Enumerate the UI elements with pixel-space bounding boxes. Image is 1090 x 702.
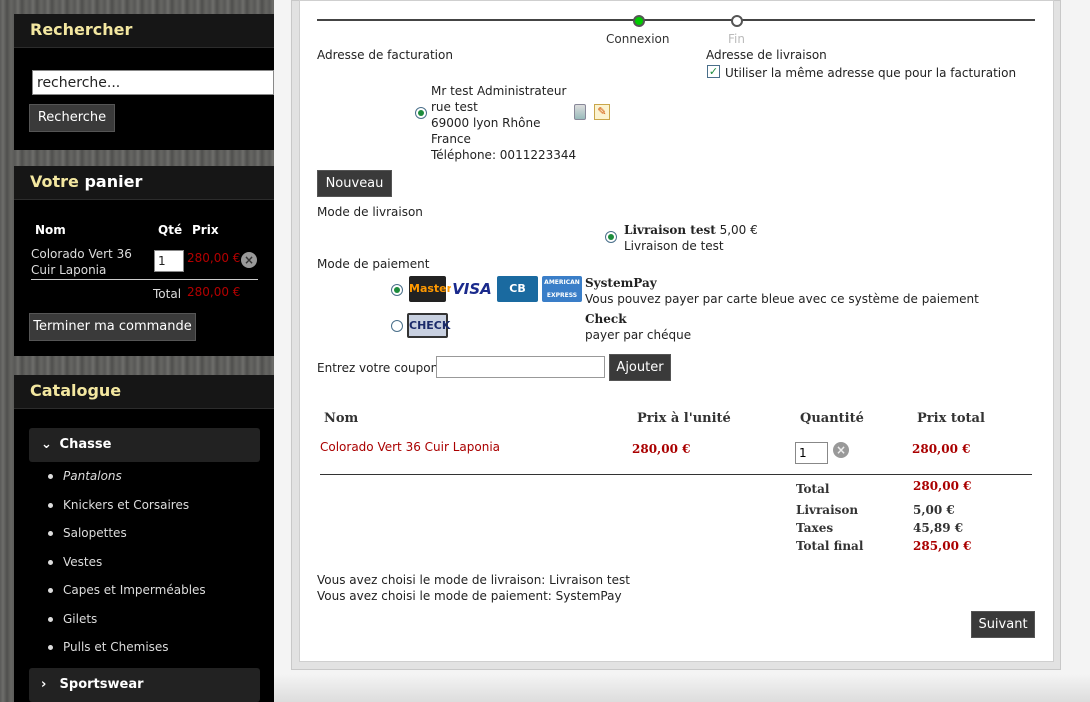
cart-item-name-line1: Colorado Vert 36 [31, 247, 132, 261]
order-col-total: Prix total [917, 411, 985, 426]
cart-qty-input[interactable] [154, 250, 184, 272]
sidebar: Rechercher Recherche Votre panier Nom Qt… [14, 0, 274, 702]
next-button[interactable]: Suivant [971, 611, 1035, 638]
catalog-item[interactable]: Capes et Imperméables [48, 583, 206, 612]
order-col-name: Nom [324, 411, 359, 426]
delete-icon[interactable] [574, 104, 586, 120]
search-panel: Rechercher Recherche [14, 14, 274, 150]
billing-street: rue test [431, 100, 478, 114]
progress-track [317, 19, 1035, 21]
step-dot-active [633, 15, 645, 27]
catalog-list: Pantalons Knickers et Corsaires Salopett… [48, 469, 206, 669]
shipping-total-value: 5,00 € [913, 503, 955, 517]
cart-col-qty: Qté [158, 223, 183, 237]
order-col-qty: Quantité [800, 411, 864, 426]
cart-col-price: Prix [192, 223, 219, 237]
shipping-option-desc: Livraison de test [624, 239, 724, 253]
billing-country: France [431, 132, 471, 146]
search-button[interactable]: Recherche [29, 104, 115, 132]
order-divider [320, 474, 1032, 475]
catalog-panel: Catalogue ⌄ Chasse Pantalons Knickers et… [14, 375, 274, 702]
billing-label: Adresse de facturation [317, 48, 453, 62]
remove-icon[interactable]: × [833, 442, 849, 458]
shipping-option-name: Livraison test [624, 223, 716, 237]
billing-address: Mr test Administrateur rue test 69000 ly… [431, 83, 576, 163]
new-address-button[interactable]: Nouveau [317, 170, 392, 197]
delivery-address-label: Adresse de livraison [706, 48, 827, 62]
coupon-input[interactable] [436, 356, 605, 378]
catalog-panel-title: Catalogue [14, 375, 274, 409]
billing-name: Mr test Administrateur [431, 84, 567, 98]
add-coupon-button[interactable]: Ajouter [609, 354, 671, 381]
billing-city: 69000 lyon Rhône [431, 116, 541, 130]
order-col-unit-price: Prix à l'unité [637, 411, 731, 426]
order-row-product-link[interactable]: Colorado Vert 36 Cuir Laponia [320, 440, 500, 454]
shipping-option-price: 5,00 € [719, 223, 758, 237]
coupon-label: Entrez votre coupon [317, 361, 439, 375]
summary-shipping: Vous avez choisi le mode de livraison: L… [317, 573, 630, 587]
mastercard-logo: MasterCard [409, 276, 481, 302]
billing-address-radio[interactable] [415, 107, 427, 119]
billing-phone: Téléphone: 0011223344 [431, 148, 577, 162]
same-address-checkbox[interactable]: ✓ [707, 65, 720, 78]
order-row-total: 280,00 € [912, 442, 971, 456]
cart-panel: Votre panier Nom Qté Prix Colorado Vert … [14, 166, 274, 356]
final-total-value: 285,00 € [913, 539, 972, 553]
search-input[interactable] [32, 70, 274, 95]
cart-col-name: Nom [35, 223, 66, 237]
chevron-down-icon: ⌄ [41, 437, 52, 452]
edit-icon[interactable]: ✎ [594, 104, 610, 120]
catalog-item[interactable]: Knickers et Corsaires [48, 498, 206, 527]
cart-item-name-line2: Cuir Laponia [31, 263, 107, 277]
step-label-fin: Fin [728, 32, 745, 46]
cart-title-suffix: panier [84, 172, 143, 191]
search-panel-title: Rechercher [14, 14, 274, 48]
shipping-total-label: Livraison [796, 503, 859, 517]
shipping-option-radio[interactable] [605, 231, 617, 243]
step-dot-pending [731, 15, 743, 27]
cart-divider [31, 279, 258, 280]
cb-logo: CB [497, 276, 538, 302]
catalog-item[interactable]: Pantalons [48, 469, 206, 498]
payment-check-radio[interactable] [391, 320, 403, 332]
total-value: 280,00 € [913, 479, 972, 493]
shipping-label: Mode de livraison [317, 205, 423, 219]
total-label: Total [796, 482, 830, 496]
step-label-connexion: Connexion [606, 32, 670, 46]
cart-title-prefix: Votre [30, 172, 79, 191]
catalog-item[interactable]: Gilets [48, 612, 206, 641]
remove-icon[interactable]: × [241, 252, 257, 268]
payment-option2-desc: payer par chéque [585, 328, 692, 342]
summary-payment: Vous avez choisi le mode de paiement: Sy… [317, 589, 622, 603]
payment-option1-name: SystemPay [585, 276, 657, 290]
cart-item-price: 280,00 € [187, 251, 241, 265]
visa-logo: VISA [451, 276, 493, 302]
catalog-item[interactable]: Vestes [48, 555, 206, 584]
catalog-group-chasse[interactable]: ⌄ Chasse [29, 428, 260, 462]
payment-option1-desc: Vous pouvez payer par carte bleue avec c… [585, 292, 979, 306]
shipping-option: Livraison test 5,00 € [624, 223, 758, 237]
taxes-label: Taxes [796, 521, 834, 535]
order-row-qty-input[interactable] [795, 442, 828, 464]
payment-label: Mode de paiement [317, 257, 430, 271]
final-total-label: Total final [796, 539, 864, 553]
amex-logo: AMERICAN EXPRESS [542, 276, 582, 302]
catalog-group-sportswear[interactable]: › Sportswear [29, 668, 260, 702]
cart-total-label: Total [153, 287, 182, 301]
catalog-item[interactable]: Salopettes [48, 526, 206, 555]
cart-total-value: 280,00 € [187, 285, 241, 299]
chevron-right-icon: › [41, 677, 47, 692]
cart-panel-title: Votre panier [14, 166, 274, 200]
catalog-item[interactable]: Pulls et Chemises [48, 640, 206, 669]
same-address-label: Utiliser la même adresse que pour la fac… [725, 66, 1017, 80]
checkout-button[interactable]: Terminer ma commande [29, 313, 196, 341]
payment-systempay-radio[interactable] [391, 284, 403, 296]
catalog-group-label: Chasse [59, 437, 112, 452]
cart-item-name[interactable]: Colorado Vert 36 Cuir Laponia [31, 246, 151, 278]
taxes-value: 45,89 € [913, 521, 964, 535]
payment-option2-name: Check [585, 312, 627, 326]
catalog-group-label: Sportswear [59, 677, 144, 692]
order-row-unit-price: 280,00 € [632, 442, 691, 456]
check-logo: CHECK [407, 313, 450, 338]
